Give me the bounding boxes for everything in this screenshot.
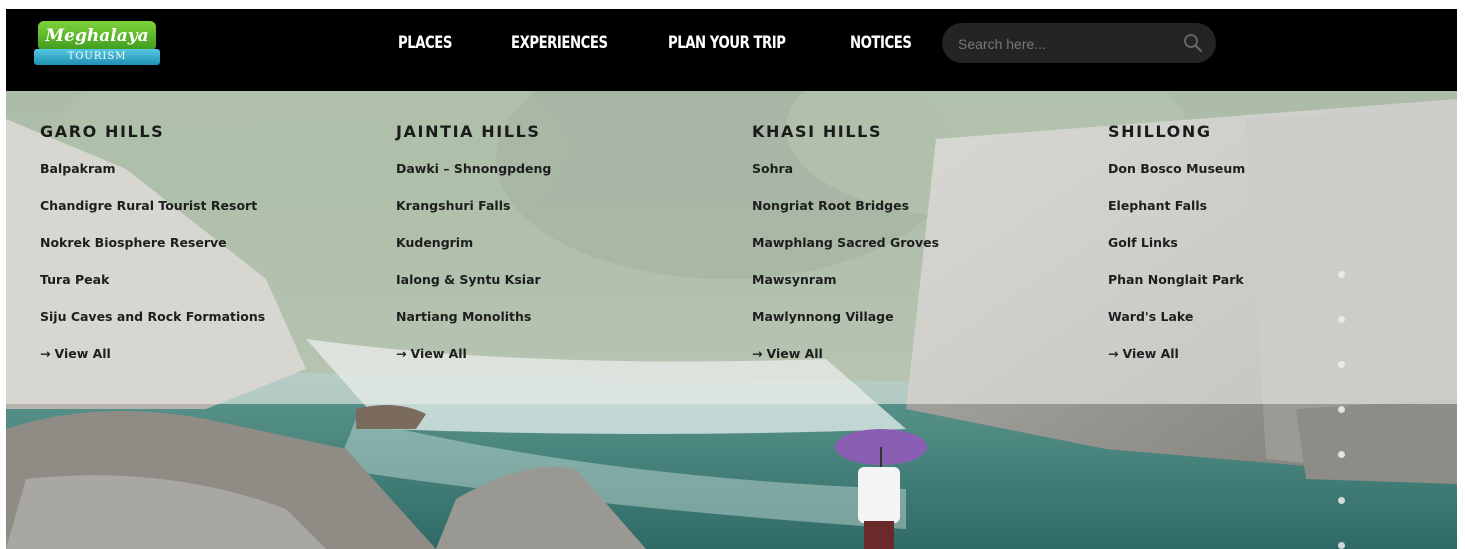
view-all-link[interactable]: → View All xyxy=(396,345,736,363)
logo-ribbon-text: TOURISM xyxy=(34,49,160,65)
menu-link[interactable]: Tura Peak xyxy=(40,271,380,308)
menu-link[interactable]: Nongriat Root Bridges xyxy=(752,197,1092,234)
menu-link[interactable]: Krangshuri Falls xyxy=(396,197,736,234)
column-title: KHASI HILLS xyxy=(752,122,883,141)
view-all-link[interactable]: → View All xyxy=(752,345,1092,363)
menu-link[interactable]: Sohra xyxy=(752,160,1092,197)
menu-link[interactable]: Ialong & Syntu Ksiar xyxy=(396,271,736,308)
places-mega-menu: GARO HILLS Balpakram Chandigre Rural Tou… xyxy=(6,91,1457,404)
slider-dot[interactable] xyxy=(1338,406,1345,413)
menu-column-shillong: SHILLONG Don Bosco Museum Elephant Falls… xyxy=(1108,121,1448,363)
site-header: Meghalaya TOURISM PLACES EXPERIENCES PLA… xyxy=(6,9,1457,91)
menu-link[interactable]: Golf Links xyxy=(1108,234,1448,271)
view-all-label: View All xyxy=(1122,346,1179,361)
page-frame: Meghalaya TOURISM PLACES EXPERIENCES PLA… xyxy=(6,9,1457,549)
menu-link[interactable]: Phan Nonglait Park xyxy=(1108,271,1448,308)
view-all-label: View All xyxy=(54,346,111,361)
column-title: SHILLONG xyxy=(1108,122,1212,141)
menu-column-jaintia-hills: JAINTIA HILLS Dawki – Shnongpdeng Krangs… xyxy=(396,121,736,363)
menu-link[interactable]: Nartiang Monoliths xyxy=(396,308,736,345)
menu-link[interactable]: Balpakram xyxy=(40,160,380,197)
site-logo[interactable]: Meghalaya TOURISM xyxy=(34,21,162,67)
nav-places[interactable]: PLACES xyxy=(398,29,452,57)
menu-link[interactable]: Mawphlang Sacred Groves xyxy=(752,234,1092,271)
menu-link[interactable]: Nokrek Biosphere Reserve xyxy=(40,234,380,271)
nav-plan-your-trip[interactable]: PLAN YOUR TRIP xyxy=(668,29,786,57)
column-title: JAINTIA HILLS xyxy=(396,122,541,141)
slider-dot[interactable] xyxy=(1338,451,1345,458)
menu-link[interactable]: Mawlynnong Village xyxy=(752,308,1092,345)
search-input[interactable] xyxy=(956,23,1180,65)
arrow-right-icon: → xyxy=(752,346,763,361)
menu-column-khasi-hills: KHASI HILLS Sohra Nongriat Root Bridges … xyxy=(752,121,1092,363)
menu-link[interactable]: Dawki – Shnongpdeng xyxy=(396,160,736,197)
arrow-right-icon: → xyxy=(396,346,407,361)
column-title: GARO HILLS xyxy=(40,122,165,141)
menu-link[interactable]: Siju Caves and Rock Formations xyxy=(40,308,380,345)
slider-dot[interactable] xyxy=(1338,542,1345,549)
menu-link[interactable]: Elephant Falls xyxy=(1108,197,1448,234)
nav-experiences[interactable]: EXPERIENCES xyxy=(511,29,608,57)
nav-notices[interactable]: NOTICES xyxy=(850,29,912,57)
view-all-label: View All xyxy=(766,346,823,361)
logo-script-text: Meghalaya xyxy=(38,21,156,51)
search-icon[interactable] xyxy=(1182,32,1204,54)
menu-link[interactable]: Kudengrim xyxy=(396,234,736,271)
view-all-label: View All xyxy=(410,346,467,361)
view-all-link[interactable]: → View All xyxy=(1108,345,1448,363)
arrow-right-icon: → xyxy=(40,346,51,361)
slider-dot[interactable] xyxy=(1338,497,1345,504)
arrow-right-icon: → xyxy=(1108,346,1119,361)
menu-link[interactable]: Ward's Lake xyxy=(1108,308,1448,345)
search-box xyxy=(942,23,1216,65)
menu-link[interactable]: Mawsynram xyxy=(752,271,1092,308)
menu-link[interactable]: Don Bosco Museum xyxy=(1108,160,1448,197)
menu-link[interactable]: Chandigre Rural Tourist Resort xyxy=(40,197,380,234)
menu-column-garo-hills: GARO HILLS Balpakram Chandigre Rural Tou… xyxy=(40,121,380,363)
view-all-link[interactable]: → View All xyxy=(40,345,380,363)
